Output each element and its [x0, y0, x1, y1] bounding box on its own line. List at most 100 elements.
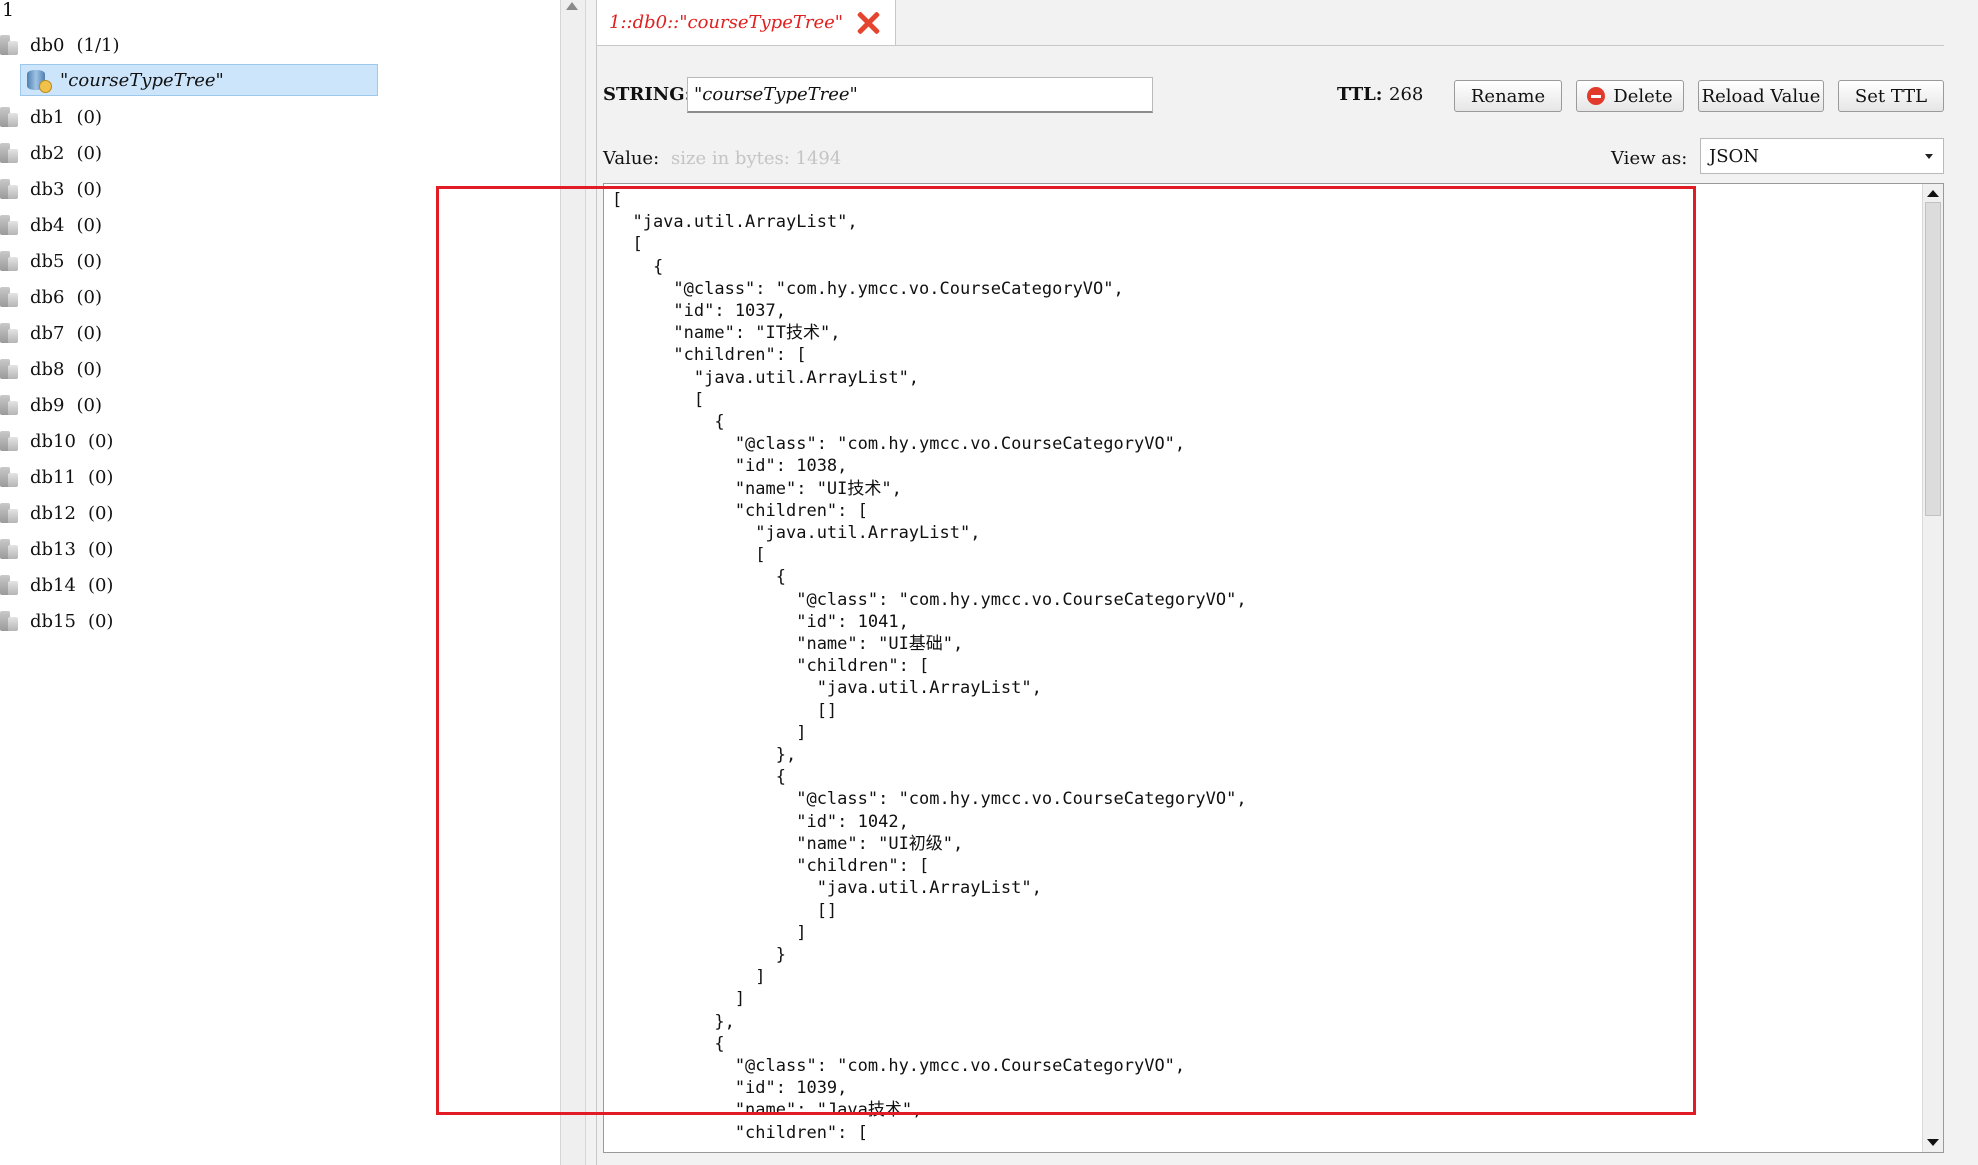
key-value-panel: 1::db0::"courseTypeTree" STRING: TTL: 26… [586, 0, 1978, 1165]
tree-item-db13[interactable]: db13 (0) [0, 534, 113, 564]
json-line: "children": [ [612, 345, 807, 366]
database-icon [0, 393, 22, 417]
tab-key-courseTypeTree[interactable]: 1::db0::"courseTypeTree" [596, 0, 896, 46]
database-icon [0, 357, 22, 381]
delete-button-label: Delete [1613, 85, 1673, 107]
db-count: (1/1) [76, 34, 120, 56]
tree-item-db14[interactable]: db14 (0) [0, 570, 113, 600]
json-line: ] [612, 922, 807, 943]
db-name: db9 [30, 394, 65, 416]
tree-item-db12[interactable]: db12 (0) [0, 498, 113, 528]
value-editor[interactable]: [ "java.util.ArrayList", [ { "@class": "… [603, 183, 1944, 1153]
scrollbar-thumb[interactable] [1925, 202, 1941, 516]
panel-splitter[interactable] [560, 0, 586, 1165]
value-type-label: STRING: [603, 84, 692, 105]
json-line: "id": 1037, [612, 301, 786, 322]
db-count: (0) [76, 106, 103, 128]
tree-item-db7[interactable]: db7 (0) [0, 318, 102, 348]
db-name: db1 [30, 106, 65, 128]
tree-item-db11[interactable]: db11 (0) [0, 462, 113, 492]
json-line: [ [612, 545, 766, 566]
json-line: "name": "UI技术", [612, 478, 902, 499]
value-size-hint: size in bytes: 1494 [671, 148, 842, 169]
database-icon [0, 141, 22, 165]
tree-item-db10[interactable]: db10 (0) [0, 426, 113, 456]
json-line: { [612, 767, 786, 788]
json-line: "java.util.ArrayList", [612, 367, 920, 388]
tree-item-db3[interactable]: db3 (0) [0, 174, 102, 204]
set-ttl-button[interactable]: Set TTL [1838, 80, 1944, 112]
tree-item-db6[interactable]: db6 (0) [0, 282, 102, 312]
json-line: "children": [ [612, 500, 868, 521]
database-icon [0, 465, 22, 489]
rename-button[interactable]: Rename [1454, 80, 1562, 112]
chevron-down-icon [1925, 154, 1933, 159]
db-count: (0) [76, 214, 103, 236]
reload-value-button[interactable]: Reload Value [1698, 80, 1824, 112]
reload-value-button-label: Reload Value [1701, 85, 1821, 107]
db-count: (0) [87, 610, 114, 632]
json-line: { [612, 1033, 725, 1054]
db-name: db6 [30, 286, 65, 308]
db-count: (0) [76, 358, 103, 380]
json-line: "id": 1041, [612, 611, 909, 632]
tree-item-db15[interactable]: db15 (0) [0, 606, 113, 636]
json-line: "java.util.ArrayList", [612, 878, 1042, 899]
json-line: }, [612, 745, 797, 766]
tree-item-db2[interactable]: db2 (0) [0, 138, 102, 168]
json-line: ] [612, 967, 766, 988]
tab-bar-divider [896, 45, 1944, 46]
db-name: db10 [30, 430, 76, 452]
json-line: [ [612, 234, 643, 255]
json-line: "id": 1038, [612, 456, 848, 477]
json-line: { [612, 412, 725, 433]
delete-icon [1587, 87, 1606, 105]
delete-button[interactable]: Delete [1576, 80, 1684, 112]
database-tree: 1 db0 (1/1) "courseTypeTree" db1 (0) db2… [0, 0, 560, 1165]
editor-scrollbar[interactable] [1922, 184, 1943, 1152]
tree-item-db8[interactable]: db8 (0) [0, 354, 102, 384]
tree-item-key-courseTypeTree[interactable]: "courseTypeTree" [20, 64, 378, 96]
json-line: "children": [ [612, 1122, 868, 1143]
database-icon [0, 285, 22, 309]
db-name: db12 [30, 502, 76, 524]
database-icon [0, 537, 22, 561]
json-line: "@class": "com.hy.ymcc.vo.CourseCategory… [612, 434, 1186, 455]
rename-button-label: Rename [1470, 85, 1546, 107]
tree-item-db9[interactable]: db9 (0) [0, 390, 102, 420]
key-name-input[interactable] [687, 77, 1153, 113]
json-line: "id": 1042, [612, 811, 909, 832]
scroll-up-icon[interactable] [1927, 190, 1939, 197]
json-line: "name": "UI初级", [612, 833, 964, 854]
database-icon [0, 33, 22, 57]
db-name: db3 [30, 178, 65, 200]
database-icon [0, 105, 22, 129]
json-value-text[interactable]: [ "java.util.ArrayList", [ { "@class": "… [612, 189, 1247, 1144]
scroll-down-icon[interactable] [1927, 1139, 1939, 1146]
db-name: db5 [30, 250, 65, 272]
db-name: db15 [30, 610, 76, 632]
ttl-value: 268 [1389, 84, 1424, 105]
json-line: [] [612, 900, 838, 921]
tree-item-db5[interactable]: db5 (0) [0, 246, 102, 276]
tree-item-db1[interactable]: db1 (0) [0, 102, 102, 132]
close-icon[interactable] [855, 10, 881, 36]
json-line: "@class": "com.hy.ymcc.vo.CourseCategory… [612, 589, 1247, 610]
view-as-select[interactable]: JSON [1700, 138, 1944, 174]
json-line: "children": [ [612, 856, 930, 877]
db-name: db13 [30, 538, 76, 560]
scroll-up-icon[interactable] [566, 2, 578, 10]
json-line: ] [612, 722, 807, 743]
tree-item-db4[interactable]: db4 (0) [0, 210, 102, 240]
connection-label[interactable]: 1 [2, 0, 14, 20]
json-line: "name": "Java技术", [612, 1100, 923, 1121]
tree-item-db0[interactable]: db0 (1/1) [0, 30, 120, 60]
db-name: db2 [30, 142, 65, 164]
db-name: db7 [30, 322, 65, 344]
json-line: "children": [ [612, 656, 930, 677]
json-line: "@class": "com.hy.ymcc.vo.CourseCategory… [612, 1055, 1186, 1076]
db-count: (0) [76, 394, 103, 416]
json-line: ] [612, 989, 746, 1010]
json-line: }, [612, 1011, 735, 1032]
json-line: "name": "UI基础", [612, 634, 964, 655]
